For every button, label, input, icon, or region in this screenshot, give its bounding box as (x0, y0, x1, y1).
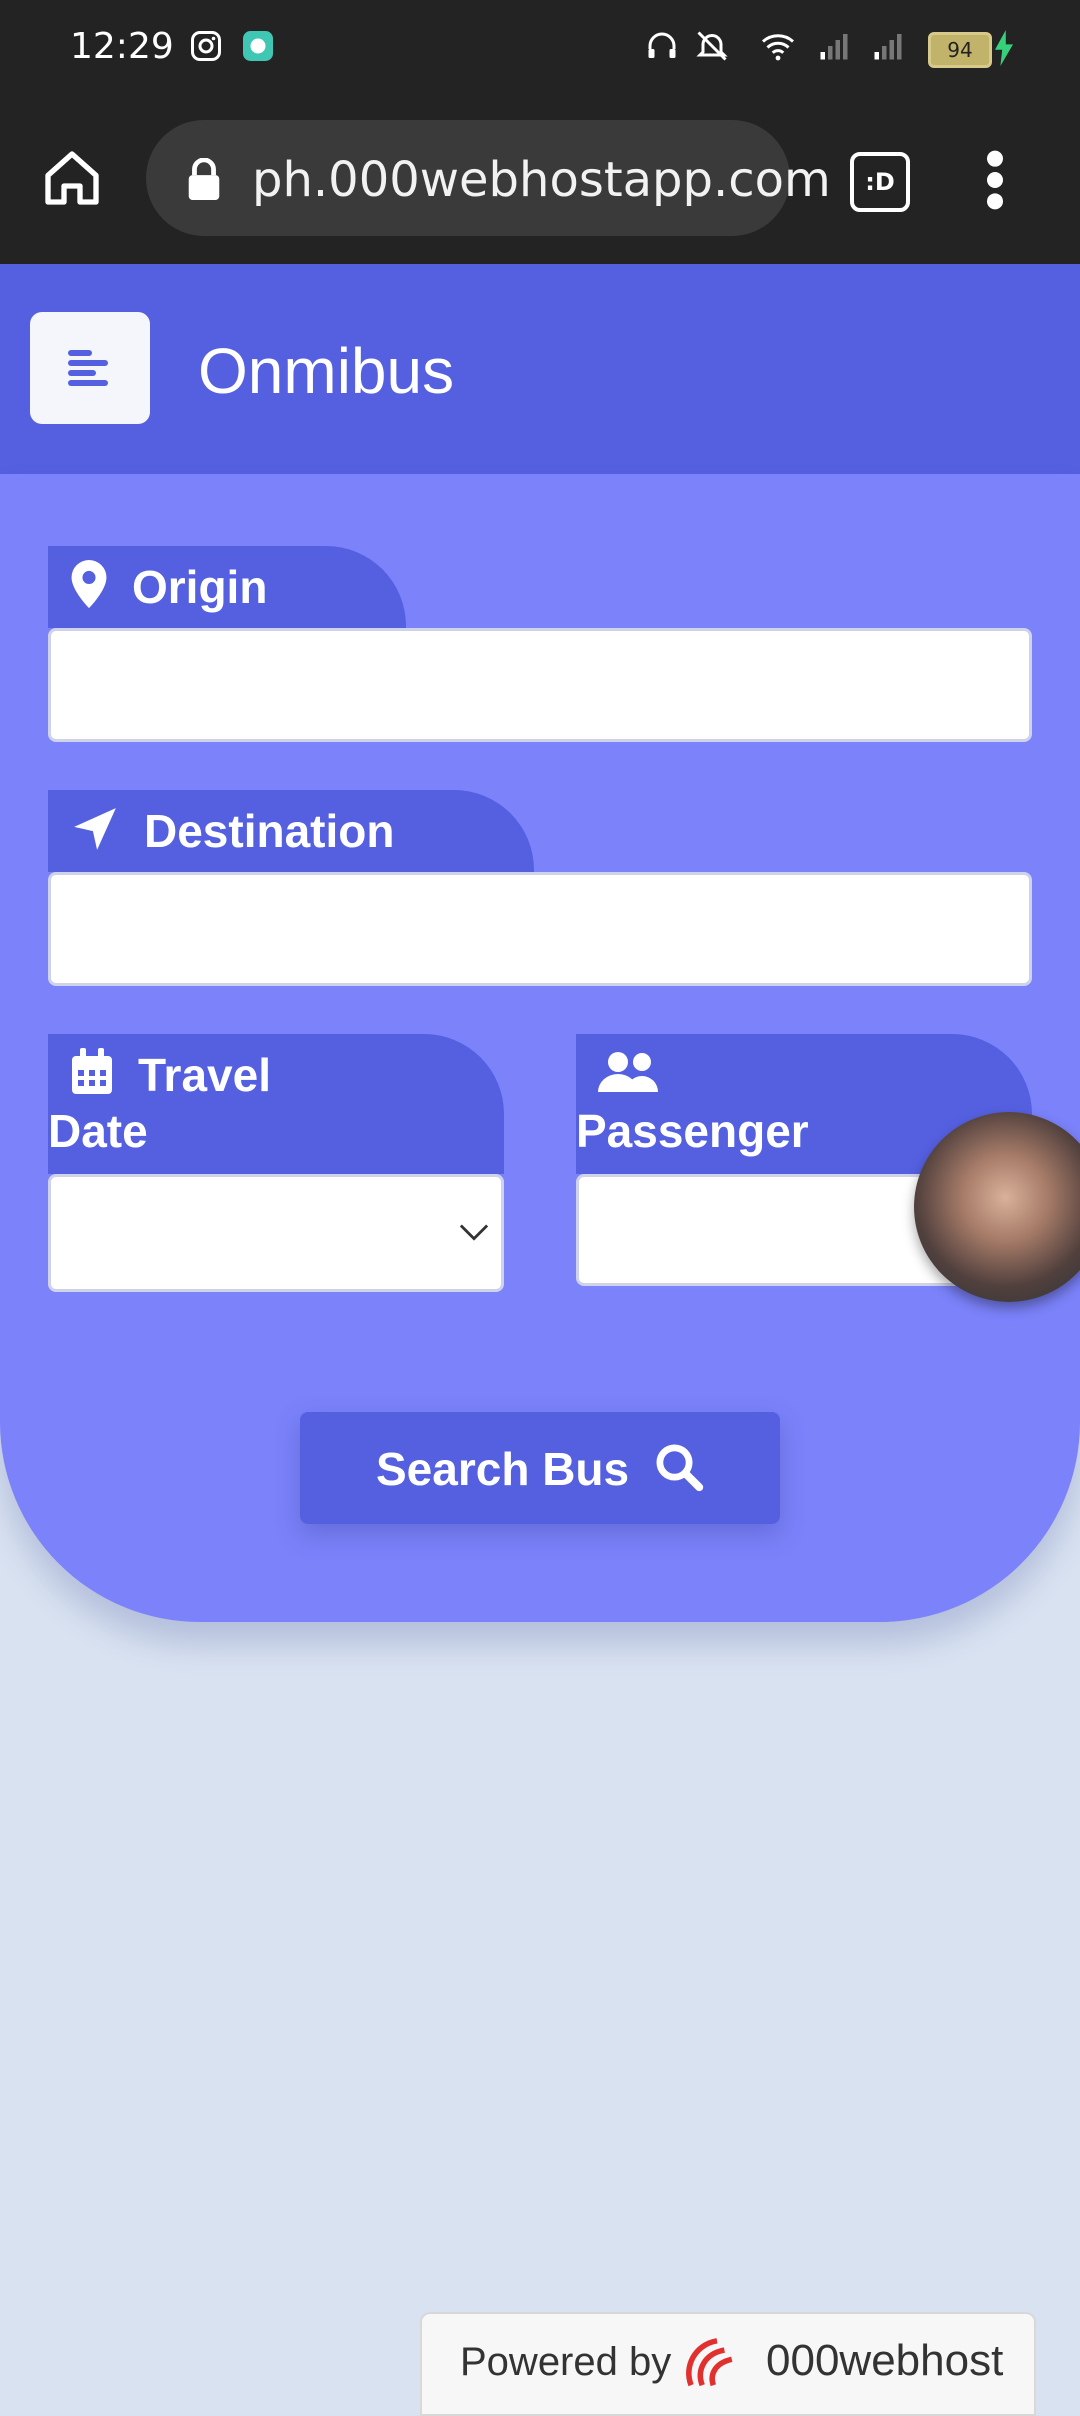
app-header: Onmibus (0, 264, 1080, 474)
destination-input[interactable] (48, 872, 1032, 986)
passenger-label-text: Passenger (576, 1105, 809, 1157)
tab-switcher-button[interactable]: :D (850, 152, 910, 212)
origin-label: Origin (48, 546, 406, 628)
000webhost-logo-icon (686, 2338, 733, 2387)
users-icon (598, 1052, 658, 1092)
powered-by-text: Powered by (460, 2340, 672, 2384)
lock-icon (188, 158, 220, 200)
app-notification-icon (243, 31, 273, 61)
origin-input[interactable] (48, 628, 1032, 742)
travel-date-label: Travel Date (48, 1034, 504, 1174)
clock: 12:29 (70, 26, 174, 67)
status-bar: 12:29 94 (0, 0, 1080, 96)
search-bus-button[interactable]: Search Bus (300, 1412, 780, 1524)
map-marker-icon (71, 560, 107, 608)
location-arrow-icon (74, 808, 116, 850)
search-icon (656, 1444, 704, 1492)
more-options-icon[interactable] (980, 148, 1010, 212)
wifi-icon (762, 34, 794, 61)
search-bus-button-label: Search Bus (376, 1443, 630, 1495)
menu-icon (68, 350, 108, 386)
search-form-card: Origin Destination Travel Date Passenger… (0, 474, 1080, 1622)
instagram-icon (191, 31, 221, 61)
chevron-down-icon (459, 1224, 489, 1241)
headphones-icon (648, 32, 676, 58)
destination-label-text: Destination (144, 805, 395, 857)
muted-bell-icon (696, 31, 728, 61)
address-bar[interactable]: ph.000webhostapp.com (146, 120, 831, 236)
home-icon[interactable] (40, 146, 104, 210)
signal-icon-2 (874, 34, 902, 60)
app-title: Onmibus (198, 335, 455, 407)
battery-icon: 94 (928, 32, 992, 68)
destination-label: Destination (48, 790, 534, 872)
charging-icon (995, 30, 1013, 66)
powered-by-badge[interactable]: Powered by 000webhost (420, 2312, 1036, 2416)
menu-button[interactable] (30, 312, 150, 424)
origin-label-text: Origin (132, 561, 268, 613)
calendar-icon (72, 1048, 112, 1094)
url-text[interactable]: ph.000webhostapp.com (252, 152, 831, 208)
travel-label-line2: Date (48, 1105, 148, 1157)
battery-level: 94 (947, 38, 973, 62)
signal-icon (820, 34, 848, 60)
brand-text: 000webhost (766, 2336, 1004, 2385)
travel-label-line1: Travel (138, 1049, 271, 1101)
browser-toolbar: ph.000webhostapp.com :D (0, 96, 1080, 264)
travel-date-select[interactable] (48, 1174, 504, 1292)
